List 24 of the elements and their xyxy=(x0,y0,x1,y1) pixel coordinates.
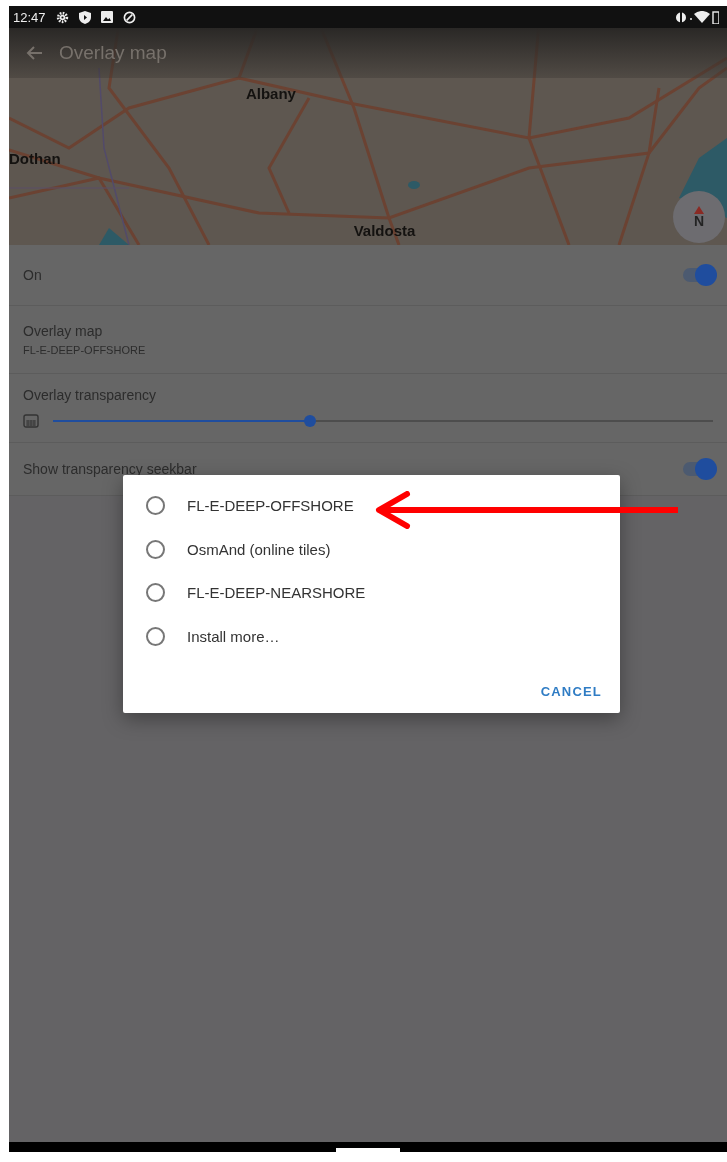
setting-label: Overlay transparency xyxy=(23,387,158,403)
back-arrow-icon[interactable] xyxy=(25,45,43,61)
home-handle[interactable] xyxy=(336,1148,400,1152)
setting-label: Overlay map xyxy=(23,323,104,339)
gear-icon xyxy=(55,10,69,24)
north-arrow-icon xyxy=(694,206,704,214)
image-icon xyxy=(100,11,113,23)
map-option[interactable]: FL-E-DEEP-OFFSHORE xyxy=(123,484,620,528)
transparency-icon xyxy=(23,413,39,429)
map-option[interactable]: OsmAnd (online tiles) xyxy=(123,527,620,571)
map-option[interactable]: FL-E-DEEP-NEARSHORE xyxy=(123,571,620,615)
setting-label: Show transparency seekbar xyxy=(23,461,197,477)
map-option[interactable]: Install more… xyxy=(123,614,620,658)
city-label: Albany xyxy=(245,84,296,102)
status-icons-drawing xyxy=(675,10,719,24)
shield-icon xyxy=(78,10,91,24)
status-time: 12:47 xyxy=(13,9,46,25)
setting-value: FL-E-DEEP-OFFSHORE xyxy=(23,344,147,356)
circle-icon xyxy=(122,10,136,24)
setting-label: On xyxy=(23,267,42,283)
screen-title: Overlay map xyxy=(59,42,167,64)
city-label: Dothan xyxy=(9,149,61,167)
city-label: Valdosta xyxy=(353,221,416,239)
cancel-button[interactable]: CANCEL xyxy=(538,680,604,703)
